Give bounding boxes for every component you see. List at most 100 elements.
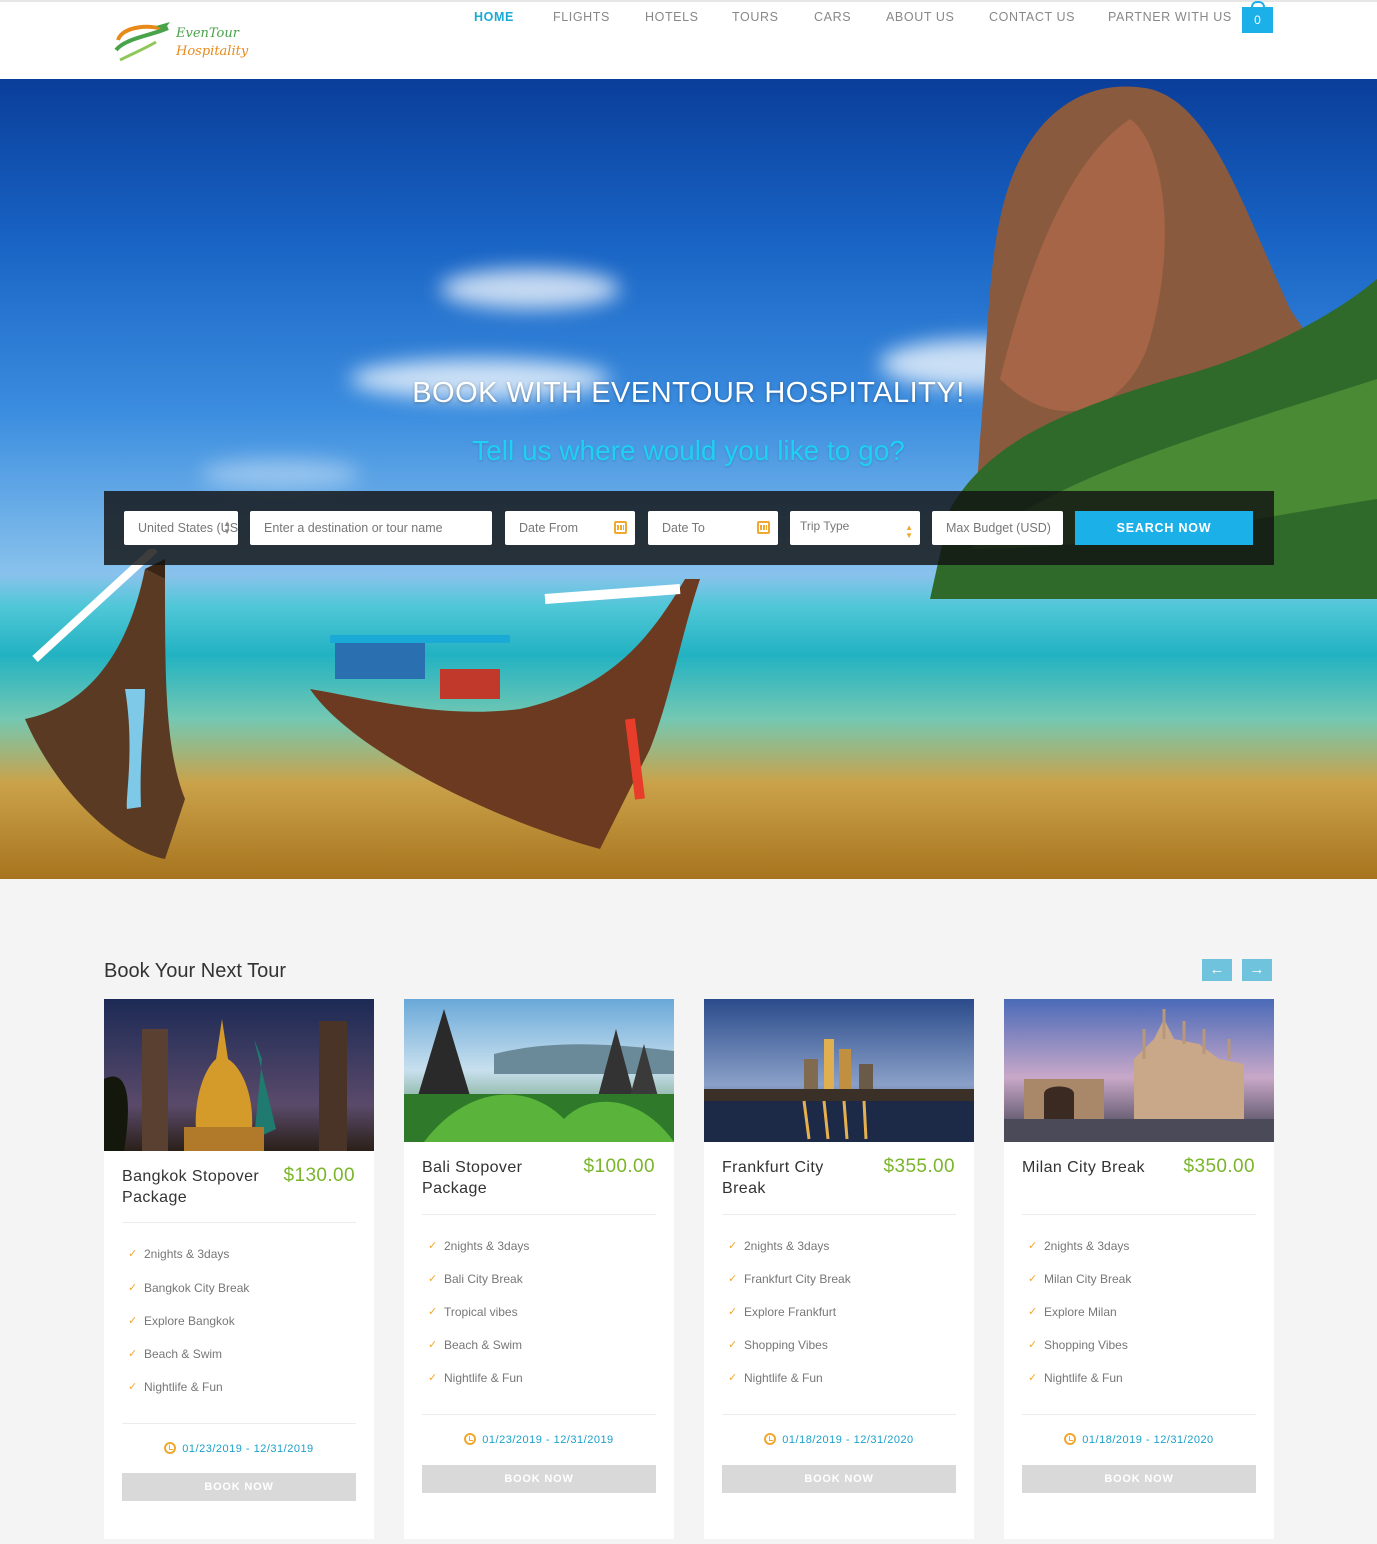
clock-icon <box>164 1442 177 1454</box>
check-icon: ✓ <box>728 1372 738 1384</box>
clock-icon <box>1064 1433 1077 1445</box>
tour-price: $130.00 <box>283 1165 355 1186</box>
book-now-button[interactable]: BOOK NOW <box>722 1465 956 1493</box>
tour-name[interactable]: Bali Stopover Package <box>422 1157 572 1199</box>
book-now-button[interactable]: BOOK NOW <box>122 1473 356 1501</box>
brand-line2: Hospitality <box>176 44 249 59</box>
hero-banner: BOOK WITH EVENTOUR HOSPITALITY! Tell us … <box>0 79 1377 879</box>
max-budget-input[interactable]: Max Budget (USD) <box>932 511 1063 545</box>
country-select[interactable]: United States (US ▲ ▼ <box>124 511 238 545</box>
hero-title: BOOK WITH EVENTOUR HOSPITALITY! <box>412 377 965 409</box>
divider <box>722 1414 956 1415</box>
date-from-placeholder: Date From <box>519 521 579 535</box>
nav-contact-us[interactable]: CONTACT US <box>989 10 1075 24</box>
check-icon: ✓ <box>428 1372 438 1384</box>
search-bar: United States (US ▲ ▼ Enter a destination… <box>104 491 1274 565</box>
tour-dates: 01/23/2019 - 12/31/2019 <box>104 1442 374 1455</box>
divider <box>122 1222 356 1223</box>
tour-name[interactable]: Bangkok Stopover Package <box>122 1166 272 1208</box>
nav-cars[interactable]: CARS <box>814 10 851 24</box>
check-icon: ✓ <box>428 1306 438 1318</box>
check-icon: ✓ <box>128 1282 138 1294</box>
check-icon: ✓ <box>428 1339 438 1351</box>
feature-item: ✓ Beach & Swim <box>428 1338 523 1352</box>
date-to-input[interactable]: Date To <box>648 511 778 545</box>
tour-card-bangkok: Bangkok Stopover Package $130.00 ✓ 2nights… <box>104 999 374 1539</box>
check-icon: ✓ <box>728 1339 738 1351</box>
arrow-right-icon: → <box>1249 961 1265 978</box>
divider <box>1022 1414 1256 1415</box>
select-arrows-icon: ▲ ▼ <box>905 523 913 540</box>
clock-icon <box>764 1433 777 1445</box>
book-now-button[interactable]: BOOK NOW <box>1022 1465 1256 1493</box>
tour-dates: 01/18/2019 - 12/31/2020 <box>704 1433 974 1446</box>
check-icon: ✓ <box>128 1381 138 1393</box>
check-icon: ✓ <box>128 1348 138 1360</box>
trip-type-value: Trip Type <box>800 519 850 533</box>
tour-image-frankfurt[interactable] <box>704 999 974 1142</box>
feature-item: ✓ Bali City Break <box>428 1272 523 1286</box>
check-icon: ✓ <box>728 1273 738 1285</box>
tour-card-milan: Milan City Break $350.00 ✓ 2nights & 3day… <box>1004 999 1274 1539</box>
feature-item: ✓ Explore Bangkok <box>128 1314 235 1328</box>
nav-home[interactable]: HOME <box>474 10 514 24</box>
tour-dates: 01/18/2019 - 12/31/2020 <box>1004 1433 1274 1446</box>
tour-price: $350.00 <box>1183 1156 1255 1177</box>
feature-item: ✓ Nightlife & Fun <box>728 1371 823 1385</box>
date-to-placeholder: Date To <box>662 521 705 535</box>
tour-image-milan[interactable] <box>1004 999 1274 1142</box>
divider <box>1022 1214 1256 1215</box>
feature-item: ✓ Frankfurt City Break <box>728 1272 851 1286</box>
feature-item: ✓ Beach & Swim <box>128 1347 223 1361</box>
trip-type-select[interactable]: Trip Type ▲ ▼ <box>790 511 920 545</box>
tour-name[interactable]: Milan City Break <box>1022 1157 1182 1178</box>
cloud <box>440 269 620 309</box>
calendar-icon[interactable] <box>757 521 770 534</box>
feature-item: ✓ Explore Frankfurt <box>728 1305 837 1319</box>
feature-item: ✓ Shopping Vibes <box>1028 1338 1128 1352</box>
max-budget-placeholder: Max Budget (USD) <box>946 521 1051 535</box>
destination-input[interactable]: Enter a destination or tour name <box>250 511 492 545</box>
check-icon: ✓ <box>728 1306 738 1318</box>
nav-about-us[interactable]: ABOUT US <box>886 10 954 24</box>
check-icon: ✓ <box>1028 1339 1038 1351</box>
tour-image-bali[interactable] <box>404 999 674 1142</box>
feature-item: ✓ 2nights & 3days <box>1028 1239 1130 1253</box>
feature-item: ✓ Explore Milan <box>1028 1305 1117 1319</box>
destination-placeholder: Enter a destination or tour name <box>264 521 443 535</box>
nav-hotels[interactable]: HOTELS <box>645 10 699 24</box>
feature-item: ✓ Tropical vibes <box>428 1305 518 1319</box>
check-icon: ✓ <box>128 1315 138 1327</box>
check-icon: ✓ <box>428 1240 438 1252</box>
tour-image-bangkok[interactable] <box>104 999 374 1151</box>
tour-name[interactable]: Frankfurt City Break <box>722 1157 872 1199</box>
check-icon: ✓ <box>1028 1273 1038 1285</box>
check-icon: ✓ <box>128 1248 138 1260</box>
nav-flights[interactable]: FLIGHTS <box>553 10 610 24</box>
feature-item: ✓ Nightlife & Fun <box>428 1371 523 1385</box>
carousel-next-button[interactable]: → <box>1242 959 1272 981</box>
site-header: EvenTour Hospitality HOME FLIGHTS HOTELS… <box>0 0 1377 79</box>
carousel-prev-button[interactable]: ← <box>1202 959 1232 981</box>
feature-item: ✓ 2nights & 3days <box>728 1239 830 1253</box>
calendar-icon[interactable] <box>614 521 627 534</box>
feature-item: ✓ 2nights & 3days <box>128 1247 230 1261</box>
feature-item: ✓ 2nights & 3days <box>428 1239 530 1253</box>
check-icon: ✓ <box>728 1240 738 1252</box>
shopping-bag-icon[interactable]: 0 <box>1242 1 1273 33</box>
tour-price: $100.00 <box>583 1156 655 1177</box>
check-icon: ✓ <box>1028 1306 1038 1318</box>
nav-partner-with-us[interactable]: PARTNER WITH US <box>1108 10 1232 24</box>
longtail-boat-right <box>310 579 700 849</box>
feature-item: ✓ Shopping Vibes <box>728 1338 828 1352</box>
tour-dates: 01/23/2019 - 12/31/2019 <box>404 1433 674 1446</box>
nav-tours[interactable]: TOURS <box>732 10 779 24</box>
divider <box>422 1414 656 1415</box>
check-icon: ✓ <box>1028 1372 1038 1384</box>
date-from-input[interactable]: Date From <box>505 511 635 545</box>
tour-price: $355.00 <box>883 1156 955 1177</box>
tour-card-frankfurt: Frankfurt City Break $355.00 ✓ 2nights & 3… <box>704 999 974 1539</box>
select-arrows-icon: ▲ ▼ <box>223 519 231 536</box>
search-now-button[interactable]: SEARCH NOW <box>1075 511 1253 545</box>
book-now-button[interactable]: BOOK NOW <box>422 1465 656 1493</box>
